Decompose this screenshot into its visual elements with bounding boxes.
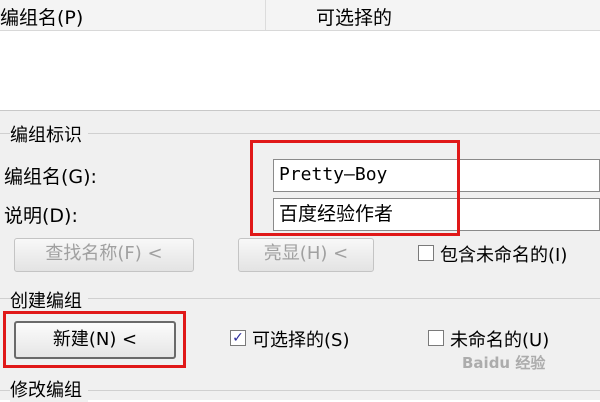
unnamed-label: 未命名的(U) [450, 330, 550, 351]
create-group-title: 创建编组 [10, 287, 88, 313]
create-group-divider [0, 298, 600, 299]
selectable-checkbox[interactable]: ✓ [230, 330, 246, 346]
highlight-button[interactable]: 亮显(H) < [238, 238, 374, 272]
annotation-highlight-new-button [3, 311, 186, 368]
column-divider[interactable] [265, 0, 266, 30]
identity-group-divider [0, 133, 600, 134]
identity-group-title: 编组标识 [10, 121, 88, 147]
checkmark-icon: ✓ [232, 330, 244, 346]
selectable-label: 可选择的(S) [252, 330, 350, 351]
annotation-highlight-fields [250, 140, 460, 236]
include-unnamed-label: 包含未命名的(I) [440, 245, 568, 266]
include-unnamed-checkbox[interactable] [418, 245, 434, 261]
column-header-group-name[interactable]: 编组名(P) [0, 3, 83, 30]
modify-group-title: 修改编组 [10, 376, 88, 402]
column-header-selectable[interactable]: 可选择的 [316, 3, 392, 30]
group-name-label: 编组名(G): [4, 166, 97, 188]
modify-group-divider [0, 390, 600, 391]
description-label: 说明(D): [4, 205, 78, 227]
find-name-button[interactable]: 查找名称(F) < [14, 238, 194, 272]
group-list-header: 编组名(P) 可选择的 [0, 0, 600, 31]
group-list[interactable] [0, 31, 600, 111]
unnamed-checkbox[interactable] [428, 330, 444, 346]
watermark: Baidu 经验 [462, 354, 546, 372]
